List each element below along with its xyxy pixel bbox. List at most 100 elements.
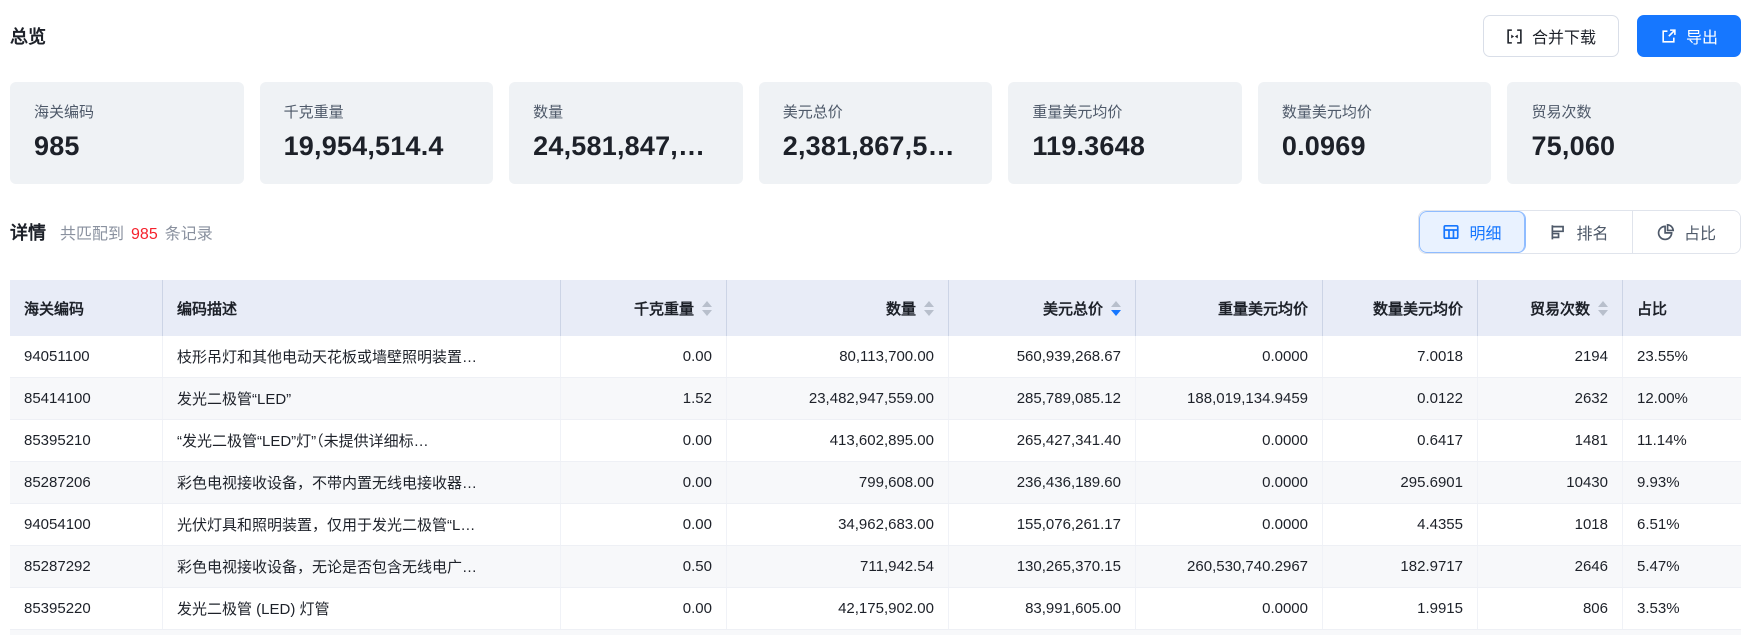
caret-down-icon <box>1111 310 1121 316</box>
column-header-kg_weight[interactable]: 千克重量 <box>561 280 727 336</box>
caret-down-icon <box>702 310 712 316</box>
column-header-label: 编码描述 <box>177 298 237 319</box>
caret-down-icon <box>924 310 934 316</box>
column-header-label: 重量美元均价 <box>1218 298 1308 319</box>
summary-card-value: 75,060 <box>1531 131 1717 162</box>
view-tab-label: 明细 <box>1469 220 1501 244</box>
cell-usd_total: 265,427,341.40 <box>949 420 1136 461</box>
summary-card-value: 2,381,867,5… <box>783 131 969 162</box>
sort-carets-icon <box>702 301 712 316</box>
column-header-quantity[interactable]: 数量 <box>727 280 949 336</box>
sort-carets-icon <box>1598 301 1608 316</box>
cell-trade_count: 2194 <box>1478 336 1623 377</box>
cell-weight_usd_avg: 0.0000 <box>1136 420 1323 461</box>
cell-share: 11.14% <box>1623 420 1741 461</box>
summary-card-label: 数量美元均价 <box>1282 101 1468 122</box>
cell-quantity: 34,962,683.00 <box>727 504 949 545</box>
column-header-label: 贸易次数 <box>1530 298 1590 319</box>
cell-hs_code: 85414100 <box>10 378 163 419</box>
summary-card-label: 数量 <box>533 101 719 122</box>
cell-kg_weight: 0.00 <box>561 462 727 503</box>
summary-card: 千克重量 19,954,514.4 <box>260 82 494 184</box>
cell-description: 彩色电视接收设备，不带内置无线电接收器… <box>163 462 561 503</box>
column-header-usd_total[interactable]: 美元总价 <box>949 280 1136 336</box>
topbar-actions: 合并下载 导出 <box>1483 15 1741 57</box>
cell-qty_usd_avg: 295.6901 <box>1323 462 1478 503</box>
data-table: 海关编码编码描述千克重量数量美元总价重量美元均价数量美元均价贸易次数占比 940… <box>10 280 1741 635</box>
cell-qty_usd_avg: 4.4355 <box>1323 504 1478 545</box>
cell-weight_usd_avg: 188,019,134.9459 <box>1136 378 1323 419</box>
cell-weight_usd_avg: 0.0000 <box>1136 462 1323 503</box>
export-button[interactable]: 导出 <box>1637 15 1741 57</box>
export-label: 导出 <box>1686 24 1718 48</box>
column-header-trade_count[interactable]: 贸易次数 <box>1478 280 1623 336</box>
match-count: 985 <box>131 226 158 243</box>
cell-hs_code: 94051100 <box>10 336 163 377</box>
summary-card: 数量美元均价 0.0969 <box>1258 82 1492 184</box>
cell-weight_usd_avg: 260,530,740.2967 <box>1136 546 1323 587</box>
table-row: 85287206彩色电视接收设备，不带内置无线电接收器…0.00799,608.… <box>10 462 1741 504</box>
cell-qty_usd_avg: 0.0122 <box>1323 378 1478 419</box>
summary-card-label: 海关编码 <box>34 101 220 122</box>
details-bar: 详情 共匹配到985条记录 明细排名占比 <box>10 210 1741 254</box>
column-header-share: 占比 <box>1623 280 1741 336</box>
view-tab-排名[interactable]: 排名 <box>1526 211 1633 253</box>
cell-share: 9.93% <box>1623 462 1741 503</box>
column-header-description: 编码描述 <box>163 280 561 336</box>
sort-carets-icon <box>924 301 934 316</box>
caret-up-icon <box>1111 301 1121 307</box>
merge-cells-icon <box>1506 28 1523 45</box>
cell-trade_count: 10430 <box>1478 462 1623 503</box>
section-title-details: 详情 <box>10 219 46 245</box>
cell-trade_count: 2632 <box>1478 378 1623 419</box>
export-icon <box>1660 28 1677 45</box>
table-row: 94051100枝形吊灯和其他电动天花板或墙壁照明装置…0.0080,113,7… <box>10 336 1741 378</box>
cell-quantity: 413,602,895.00 <box>727 420 949 461</box>
merge-download-label: 合并下载 <box>1532 24 1596 48</box>
summary-card-label: 千克重量 <box>284 101 470 122</box>
merge-download-button[interactable]: 合并下载 <box>1483 15 1619 57</box>
summary-card-value: 19,954,514.4 <box>284 131 470 162</box>
cell-hs_code: 85287206 <box>10 462 163 503</box>
cell-quantity: 42,175,902.00 <box>727 588 949 629</box>
summary-card-label: 重量美元均价 <box>1032 101 1218 122</box>
cell-share: 5.47% <box>1623 546 1741 587</box>
cell-weight_usd_avg: 0.0000 <box>1136 588 1323 629</box>
cell-trade_count: 1018 <box>1478 504 1623 545</box>
cell-trade_count: 1481 <box>1478 420 1623 461</box>
cell-share: 12.00% <box>1623 378 1741 419</box>
cell-description: 发光二极管“LED” <box>163 378 561 419</box>
summary-card: 贸易次数 75,060 <box>1507 82 1741 184</box>
match-prefix: 共匹配到 <box>60 226 124 243</box>
cell-kg_weight: 0.00 <box>561 420 727 461</box>
view-tab-占比[interactable]: 占比 <box>1633 211 1740 253</box>
cell-hs_code: 85395220 <box>10 588 163 629</box>
table-row-partial <box>10 630 1741 635</box>
table-row: 85287292彩色电视接收设备，无论是否包含无线电广…0.50711,942.… <box>10 546 1741 588</box>
caret-up-icon <box>702 301 712 307</box>
table-row: 85395220发光二极管 (LED) 灯管0.0042,175,902.008… <box>10 588 1741 630</box>
cell-qty_usd_avg: 7.0018 <box>1323 336 1478 377</box>
summary-card-label: 贸易次数 <box>1531 101 1717 122</box>
column-header-hs_code: 海关编码 <box>10 280 163 336</box>
cell-trade_count: 806 <box>1478 588 1623 629</box>
cell-trade_count: 2646 <box>1478 546 1623 587</box>
table-header-row: 海关编码编码描述千克重量数量美元总价重量美元均价数量美元均价贸易次数占比 <box>10 280 1741 336</box>
cell-description: 彩色电视接收设备，无论是否包含无线电广… <box>163 546 561 587</box>
column-header-label: 美元总价 <box>1043 298 1103 319</box>
caret-down-icon <box>1598 310 1608 316</box>
view-tab-明细[interactable]: 明细 <box>1419 211 1526 253</box>
column-header-label: 数量 <box>886 298 916 319</box>
cell-usd_total: 236,436,189.60 <box>949 462 1136 503</box>
cell-qty_usd_avg: 0.6417 <box>1323 420 1478 461</box>
cell-quantity: 80,113,700.00 <box>727 336 949 377</box>
cell-share: 23.55% <box>1623 336 1741 377</box>
summary-card-value: 24,581,847,… <box>533 131 719 162</box>
column-header-label: 海关编码 <box>24 298 84 319</box>
cell-share: 6.51% <box>1623 504 1741 545</box>
cell-qty_usd_avg: 1.9915 <box>1323 588 1478 629</box>
cell-usd_total: 155,076,261.17 <box>949 504 1136 545</box>
cell-hs_code: 94054100 <box>10 504 163 545</box>
cell-description: 枝形吊灯和其他电动天花板或墙壁照明装置… <box>163 336 561 377</box>
summary-card-value: 0.0969 <box>1282 131 1468 162</box>
